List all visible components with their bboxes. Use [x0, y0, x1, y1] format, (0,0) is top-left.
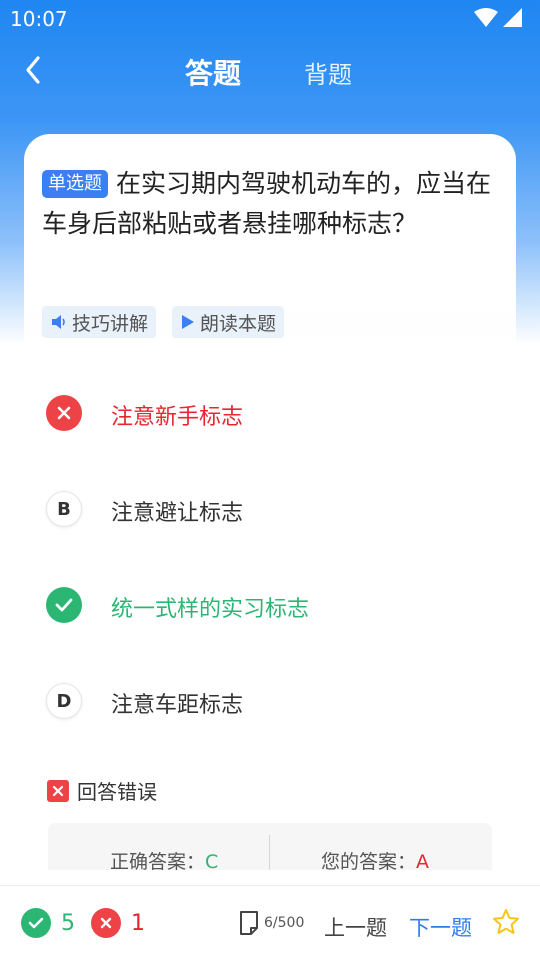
speaker-icon — [52, 315, 65, 329]
answer-compare-box: 正确答案：C 您的答案：A — [48, 823, 492, 870]
question-card: 单选题 在实习期内驾驶机动车的，应当在车身后部粘贴或者悬挂哪种标志？ 技巧讲解 朗… — [24, 134, 516, 349]
wifi-icon — [474, 8, 498, 27]
your-answer-label: 您的答案： — [321, 851, 417, 870]
status-time: 10:07 — [10, 7, 68, 31]
bottom-bar: 5 1 6/500 上一题 下一题 — [0, 885, 540, 960]
correct-answer-label: 正确答案： — [110, 851, 206, 870]
prev-question-button[interactable]: 上一题 — [324, 912, 387, 942]
wrong-square-icon — [47, 779, 69, 802]
read-aloud-button[interactable]: 朗读本题 — [172, 306, 285, 338]
result-text: 回答错误 — [77, 780, 157, 804]
question-progress-button[interactable]: 6/500 — [238, 910, 304, 936]
divider — [269, 835, 270, 870]
option-b[interactable]: B 注意避让标志 — [0, 462, 540, 558]
tab-answer[interactable]: 答题 — [185, 52, 241, 92]
question-text-block: 单选题 在实习期内驾驶机动车的，应当在车身后部粘贴或者悬挂哪种标志？ — [42, 164, 502, 244]
wrong-count-stat: 1 — [91, 908, 145, 938]
option-a[interactable]: 注意新手标志 — [0, 366, 540, 462]
question-type-badge: 单选题 — [42, 170, 108, 198]
tip-explain-label: 技巧讲解 — [72, 312, 149, 335]
top-nav: 答题 背题 — [0, 40, 540, 100]
option-letter: B — [46, 491, 82, 527]
your-answer: 您的答案：A — [321, 847, 429, 870]
progress-text: 6/500 — [264, 915, 305, 931]
chevron-left-icon — [26, 56, 40, 84]
option-text: 注意车距标志 — [111, 693, 244, 718]
option-c[interactable]: 统一式样的实习标志 — [0, 558, 540, 654]
option-d[interactable]: D 注意车距标志 — [0, 654, 540, 750]
correct-count: 5 — [61, 910, 75, 936]
play-icon — [182, 315, 195, 329]
option-text: 注意新手标志 — [111, 405, 244, 430]
check-circle-icon — [21, 908, 51, 938]
option-text: 注意避让标志 — [111, 501, 244, 526]
back-button[interactable] — [18, 50, 52, 90]
question-text: 在实习期内驾驶机动车的，应当在车身后部粘贴或者悬挂哪种标志？ — [42, 169, 492, 238]
correct-count-stat: 5 — [21, 908, 75, 938]
cross-circle-icon — [91, 908, 121, 938]
tab-recite[interactable]: 背题 — [304, 55, 352, 90]
tip-explain-button[interactable]: 技巧讲解 — [42, 306, 157, 338]
status-bar: 10:07 — [0, 0, 540, 38]
next-question-button[interactable]: 下一题 — [409, 912, 472, 942]
answer-result: 回答错误 — [47, 776, 157, 805]
wrong-mark-icon — [46, 395, 82, 431]
star-icon — [493, 909, 519, 934]
correct-answer-value: C — [205, 851, 219, 870]
signal-icon — [503, 8, 522, 27]
favorite-button[interactable] — [492, 908, 520, 936]
correct-answer: 正确答案：C — [110, 847, 218, 870]
option-text: 统一式样的实习标志 — [111, 597, 310, 622]
note-icon — [240, 911, 258, 935]
read-aloud-label: 朗读本题 — [200, 312, 277, 335]
check-mark-icon — [46, 587, 82, 623]
your-answer-value: A — [416, 851, 430, 870]
wrong-count: 1 — [131, 910, 145, 936]
option-letter: D — [46, 683, 82, 719]
